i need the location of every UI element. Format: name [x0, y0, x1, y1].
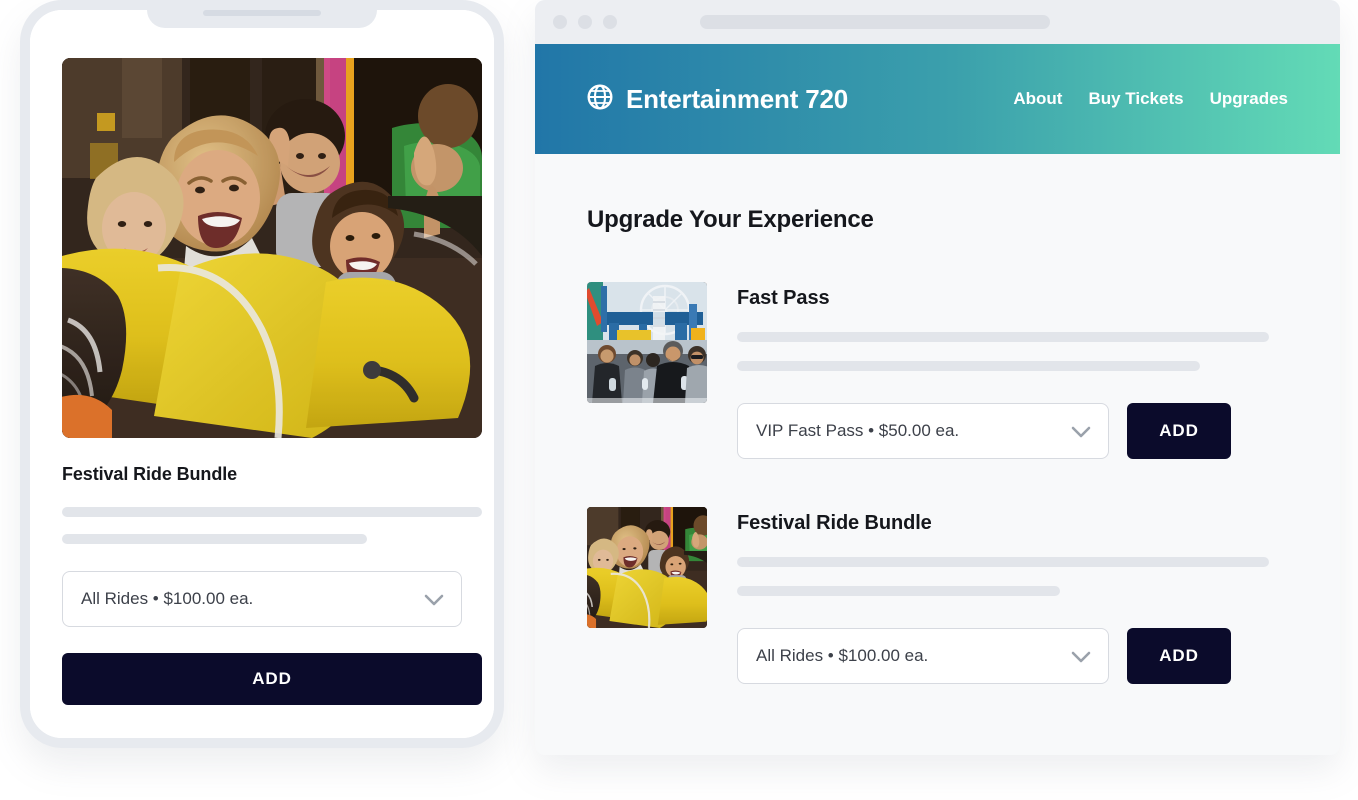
nav-link-about[interactable]: About — [1013, 89, 1062, 109]
page-title: Upgrade Your Experience — [587, 206, 874, 233]
thumbnail-roller-coaster — [587, 507, 707, 628]
site-body: Upgrade Your Experience Fast Pass VIP Fa… — [535, 154, 1340, 755]
skeleton-line — [737, 586, 1060, 596]
upgrade-row: Fast Pass VIP Fast Pass • $50.00 ea. ADD — [587, 282, 1288, 459]
phone-speaker-grille — [203, 10, 321, 16]
browser-chrome-bar — [535, 0, 1340, 44]
window-minimize-dot-icon[interactable] — [578, 15, 592, 29]
phone-app-content: Festival Ride Bundle All Rides • $100.00… — [30, 10, 494, 705]
skeleton-line — [62, 507, 482, 517]
festival-bundle-add-button[interactable]: ADD — [1127, 628, 1231, 684]
nav-link-upgrades[interactable]: Upgrades — [1210, 89, 1288, 109]
upgrade-title: Fast Pass — [737, 287, 830, 309]
upgrade-row: Festival Ride Bundle All Rides • $100.00… — [587, 507, 1288, 684]
browser-mockup: Entertainment 720 About Buy Tickets Upgr… — [535, 0, 1340, 755]
chevron-down-icon — [1071, 425, 1091, 438]
brand-name: Entertainment 720 — [626, 83, 849, 114]
fast-pass-variant-select[interactable]: VIP Fast Pass • $50.00 ea. — [737, 403, 1109, 459]
phone-mockup: Festival Ride Bundle All Rides • $100.00… — [20, 0, 504, 748]
phone-add-button[interactable]: ADD — [62, 653, 482, 705]
browser-address-bar[interactable] — [700, 15, 1050, 29]
fast-pass-add-button[interactable]: ADD — [1127, 403, 1231, 459]
upgrade-controls: VIP Fast Pass • $50.00 ea. ADD — [737, 403, 1288, 459]
brand: Entertainment 720 — [587, 84, 848, 115]
site-nav: About Buy Tickets Upgrades — [1013, 89, 1288, 109]
upgrade-row-body: Festival Ride Bundle All Rides • $100.00… — [737, 507, 1288, 684]
phone-product-title: Festival Ride Bundle — [62, 464, 238, 484]
fast-pass-variant-select-value: VIP Fast Pass • $50.00 ea. — [756, 421, 960, 440]
hero-image-roller-coaster — [62, 58, 482, 438]
upgrade-row-body: Fast Pass VIP Fast Pass • $50.00 ea. ADD — [737, 282, 1288, 459]
site-header: Entertainment 720 About Buy Tickets Upgr… — [535, 44, 1340, 154]
window-maximize-dot-icon[interactable] — [603, 15, 617, 29]
window-close-dot-icon[interactable] — [553, 15, 567, 29]
skeleton-line — [737, 557, 1269, 567]
skeleton-line — [62, 534, 367, 544]
festival-bundle-variant-select[interactable]: All Rides • $100.00 ea. — [737, 628, 1109, 684]
chevron-down-icon — [1071, 650, 1091, 663]
upgrade-title: Festival Ride Bundle — [737, 512, 932, 534]
phone-notch — [147, 0, 377, 28]
upgrade-controls: All Rides • $100.00 ea. ADD — [737, 628, 1288, 684]
phone-variant-select-value: All Rides • $100.00 ea. — [81, 589, 254, 608]
skeleton-line — [737, 332, 1269, 342]
globe-icon — [587, 83, 613, 115]
nav-link-buy-tickets[interactable]: Buy Tickets — [1088, 89, 1183, 109]
thumbnail-fairground-crowd — [587, 282, 707, 403]
phone-variant-select[interactable]: All Rides • $100.00 ea. — [62, 571, 462, 627]
festival-bundle-variant-select-value: All Rides • $100.00 ea. — [756, 646, 929, 665]
phone-screen: Festival Ride Bundle All Rides • $100.00… — [30, 10, 494, 738]
skeleton-line — [737, 361, 1200, 371]
chevron-down-icon — [424, 593, 444, 606]
